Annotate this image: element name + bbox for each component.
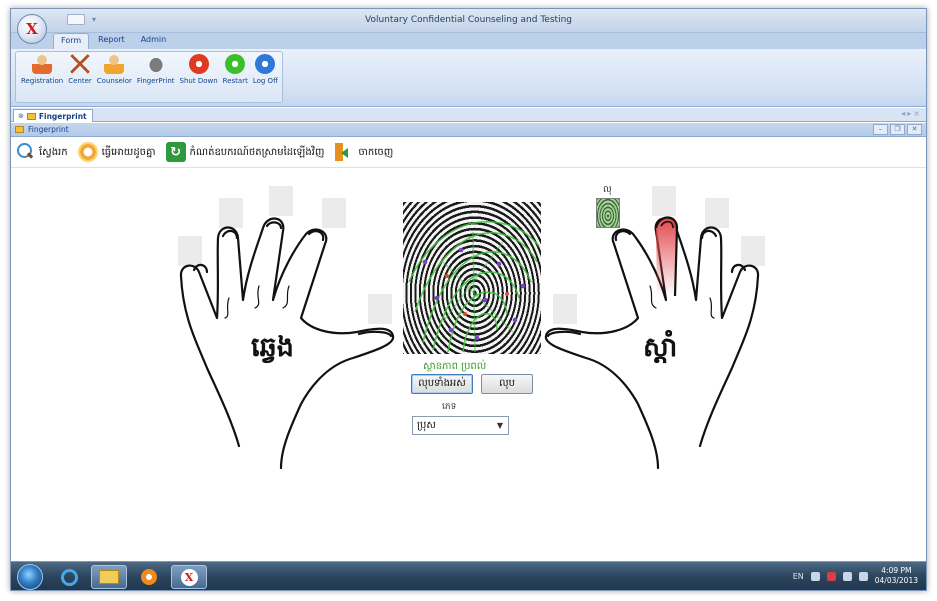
fingerprint-label: FingerPrint bbox=[136, 77, 175, 85]
taskbar-media-player[interactable] bbox=[131, 565, 167, 589]
logoff-icon bbox=[255, 54, 276, 74]
ribbon-tab-form[interactable]: Form bbox=[53, 33, 90, 49]
shutdown-label: Shut Down bbox=[179, 77, 218, 85]
fingerprint-panel: ឆ្វេង ស្តាំ លុ ស្ថានភាព ប្រពល់ លុបទាំងអស… bbox=[11, 167, 926, 561]
scan-status-text: ស្ថានភាព ប្រពល់ bbox=[423, 361, 487, 372]
restore-button[interactable]: ❐ bbox=[890, 124, 905, 135]
fingerprint-thumbnail[interactable] bbox=[596, 198, 620, 228]
start-button[interactable] bbox=[17, 564, 43, 590]
clear-button[interactable]: លុប bbox=[481, 374, 533, 394]
child-window-title: Fingerprint bbox=[28, 125, 69, 134]
logoff-label: Log Off bbox=[252, 77, 278, 85]
tab-navigation-arrows-icon[interactable]: ◂▸× bbox=[901, 109, 922, 118]
clock-date: 04/03/2013 bbox=[874, 576, 918, 585]
taskbar: X EN 4:09 PM 04/03/2013 bbox=[11, 561, 926, 590]
search-button[interactable]: ស្វែងរក bbox=[15, 142, 68, 162]
taskbar-internet-explorer[interactable] bbox=[51, 565, 87, 589]
exit-button[interactable]: ចាកចេញ bbox=[334, 142, 393, 162]
language-indicator[interactable]: EN bbox=[793, 572, 804, 581]
application-window: ▾ Voluntary Confidential Counseling and … bbox=[10, 8, 927, 591]
counselor-button[interactable]: Counselor bbox=[95, 54, 134, 100]
system-clock[interactable]: 4:09 PM 04/03/2013 bbox=[875, 566, 918, 586]
ribbon-tab-strip: Form Report Admin bbox=[11, 33, 926, 49]
internet-explorer-icon bbox=[60, 568, 78, 586]
registration-icon bbox=[32, 54, 53, 74]
application-menu-button[interactable]: X bbox=[17, 14, 47, 44]
fingerprint-icon bbox=[145, 54, 166, 74]
ribbon-panel: Registration Center Counselor FingerPrin… bbox=[11, 49, 926, 107]
tray-arrow-icon[interactable] bbox=[810, 571, 820, 581]
window-title: Voluntary Confidential Counseling and Te… bbox=[365, 15, 572, 25]
gender-select[interactable]: ប្រុស ▼ bbox=[412, 416, 509, 435]
title-bar: ▾ Voluntary Confidential Counseling and … bbox=[11, 9, 926, 33]
minutiae-overlay bbox=[408, 221, 540, 353]
ribbon-group: Registration Center Counselor FingerPrin… bbox=[15, 51, 283, 103]
center-label: Center bbox=[68, 77, 92, 85]
registration-button[interactable]: Registration bbox=[19, 54, 65, 100]
ribbon-tab-admin[interactable]: Admin bbox=[134, 33, 174, 49]
chevron-down-icon: ▼ bbox=[496, 421, 503, 430]
ribbon-tab-report[interactable]: Report bbox=[91, 33, 132, 49]
aids-ribbon-icon: X bbox=[26, 20, 38, 38]
media-player-icon bbox=[141, 569, 157, 585]
system-tray: EN 4:09 PM 04/03/2013 bbox=[793, 566, 918, 586]
search-label: ស្វែងរក bbox=[39, 146, 68, 158]
network-icon[interactable] bbox=[842, 571, 852, 581]
center-icon bbox=[70, 54, 90, 74]
right-hand-label: ស្តាំ bbox=[643, 332, 678, 363]
restart-label: Restart bbox=[222, 77, 248, 85]
reset-scanner-button[interactable]: ↻ កំណត់ឧបករណ៍ថតស្រាមដៃឡើងវិញ bbox=[165, 142, 325, 162]
thumbnail-label: លុ bbox=[603, 185, 612, 195]
aids-ribbon-icon: X bbox=[180, 568, 198, 586]
logoff-button[interactable]: Log Off bbox=[251, 54, 280, 100]
form-toolbar: ស្វែងរក ធ្វើអោយដូចគ្នា ↻ កំណត់ឧបករណ៍ថតស្… bbox=[11, 138, 926, 166]
taskbar-vcct-app[interactable]: X bbox=[171, 565, 207, 589]
taskbar-file-explorer[interactable] bbox=[91, 565, 127, 589]
compare-label: ធ្វើអោយដូចគ្នា bbox=[101, 146, 156, 158]
shutdown-button[interactable]: Shut Down bbox=[178, 54, 220, 100]
exit-label: ចាកចេញ bbox=[358, 146, 394, 158]
refresh-icon: ↻ bbox=[165, 142, 186, 162]
volume-icon[interactable] bbox=[858, 571, 868, 581]
gender-label: ភេទ bbox=[442, 402, 457, 412]
document-tab-strip: ⊗ Fingerprint ◂▸× bbox=[11, 108, 926, 122]
tab-label: Fingerprint bbox=[38, 111, 87, 121]
fingerprint-image bbox=[403, 202, 541, 354]
folder-icon bbox=[99, 570, 119, 584]
form-icon bbox=[15, 126, 24, 133]
counselor-label: Counselor bbox=[96, 77, 132, 85]
reset-scanner-label: កំណត់ឧបករណ៍ថតស្រាមដៃឡើងវិញ bbox=[189, 146, 325, 158]
center-button[interactable]: Center bbox=[66, 54, 94, 100]
shutdown-icon bbox=[188, 54, 209, 74]
selected-finger-highlight bbox=[656, 217, 677, 296]
search-icon bbox=[15, 142, 35, 162]
clear-all-button[interactable]: លុបទាំងអស់ bbox=[411, 374, 473, 394]
restart-button[interactable]: Restart bbox=[221, 54, 250, 100]
gender-selected-value: ប្រុស bbox=[417, 420, 436, 431]
minimize-button[interactable]: – bbox=[873, 124, 888, 135]
left-hand-label: ឆ្វេង bbox=[251, 332, 294, 363]
form-icon bbox=[26, 112, 36, 120]
tab-fingerprint[interactable]: ⊗ Fingerprint bbox=[13, 109, 93, 122]
clock-time: 4:09 PM bbox=[881, 566, 912, 575]
counselor-icon bbox=[104, 54, 125, 74]
fingerprint-button[interactable]: FingerPrint bbox=[135, 54, 177, 100]
registration-label: Registration bbox=[21, 77, 64, 85]
exit-door-icon bbox=[334, 142, 354, 162]
close-button[interactable]: ✕ bbox=[907, 124, 922, 135]
child-window-title-bar: Fingerprint – ❐ ✕ bbox=[11, 123, 926, 137]
child-window-controls: – ❐ ✕ bbox=[873, 124, 922, 135]
sync-icon bbox=[77, 142, 98, 162]
tab-close-icon[interactable]: ⊗ bbox=[18, 112, 24, 120]
compare-button[interactable]: ធ្វើអោយដូចគ្នា bbox=[77, 142, 156, 162]
restart-icon bbox=[225, 54, 246, 74]
action-center-icon[interactable] bbox=[826, 571, 836, 581]
